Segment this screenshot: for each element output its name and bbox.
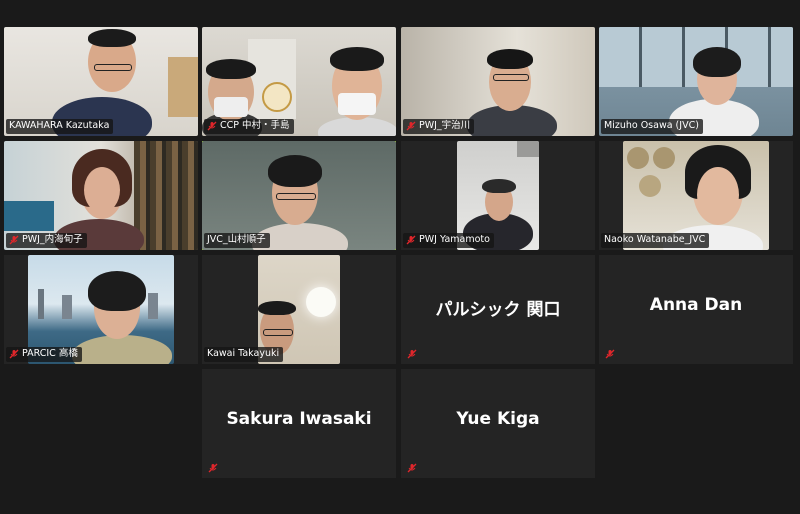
muted-mic-icon	[9, 349, 19, 359]
participant-tile-pwj-utsumi[interactable]: PWJ_内海旬子	[4, 141, 198, 250]
participant-tile-sakura-iwasaki[interactable]: Sakura Iwasaki	[202, 369, 396, 478]
participant-display-name: パルシック 関口	[435, 300, 561, 320]
participant-tile-anna-dan[interactable]: Anna Dan	[599, 255, 793, 364]
participant-tile-kawai-takayuki[interactable]: Kawai Takayuki	[202, 255, 396, 364]
participant-name-label: PARCIC 高橋	[6, 347, 82, 362]
muted-mic-icon	[605, 349, 615, 359]
participant-tile-parcic-sekiguchi[interactable]: パルシック 関口	[401, 255, 595, 364]
participant-name: Kawai Takayuki	[207, 348, 280, 359]
participant-name-label: JVC_山村順子	[204, 233, 270, 248]
participant-name-label: PWJ_宇治川	[403, 119, 475, 134]
participant-name-label: PWJ_内海旬子	[6, 233, 87, 248]
muted-mic-icon	[208, 463, 218, 473]
participant-tile-parcic-takahashi[interactable]: PARCIC 高橋	[4, 255, 198, 364]
muted-mic-icon	[406, 235, 416, 245]
participant-tile-pwj-ujigawa[interactable]: PWJ_宇治川	[401, 27, 595, 136]
participant-name: PARCIC 高橋	[22, 348, 78, 359]
participant-name: Naoko Watanabe_JVC	[604, 234, 706, 245]
participant-name: PWJ Yamamoto	[419, 234, 490, 245]
participant-name-label: PWJ Yamamoto	[403, 233, 494, 248]
muted-mic-icon	[9, 235, 19, 245]
participant-tile-ccp[interactable]: CCP 中村・手島	[202, 27, 396, 136]
participant-name-label: Naoko Watanabe_JVC	[601, 233, 710, 248]
participant-name: KAWAHARA Kazutaka	[9, 120, 110, 131]
muted-mic-icon	[207, 121, 217, 131]
muted-mic-icon	[407, 463, 417, 473]
participant-name: CCP 中村・手島	[220, 120, 290, 131]
participant-display-name: Sakura Iwasaki	[226, 409, 372, 429]
participant-tile-yue-kiga[interactable]: Yue Kiga	[401, 369, 595, 478]
participant-name: PWJ_宇治川	[419, 120, 471, 131]
participant-name: PWJ_内海旬子	[22, 234, 83, 245]
participant-name: JVC_山村順子	[207, 234, 266, 245]
participant-name-label: CCP 中村・手島	[204, 119, 294, 134]
participant-tile-pwj-yamamoto[interactable]: PWJ Yamamoto	[401, 141, 595, 250]
participant-display-name: Yue Kiga	[456, 409, 540, 429]
participant-tile-mizuho-osawa[interactable]: Mizuho Osawa (JVC)	[599, 27, 793, 136]
participant-name-label: KAWAHARA Kazutaka	[6, 119, 114, 134]
participant-display-name: Anna Dan	[649, 295, 743, 315]
participant-name-label: Kawai Takayuki	[204, 347, 284, 362]
muted-mic-icon	[406, 121, 416, 131]
participant-tile-kawahara[interactable]: KAWAHARA Kazutaka	[4, 27, 198, 136]
participant-tile-jvc-yamamura[interactable]: JVC_山村順子	[202, 141, 396, 250]
participant-name-label: Mizuho Osawa (JVC)	[601, 119, 703, 134]
participant-name: Mizuho Osawa (JVC)	[604, 120, 699, 131]
participant-tile-naoko-watanabe[interactable]: Naoko Watanabe_JVC	[599, 141, 793, 250]
muted-mic-icon	[407, 349, 417, 359]
